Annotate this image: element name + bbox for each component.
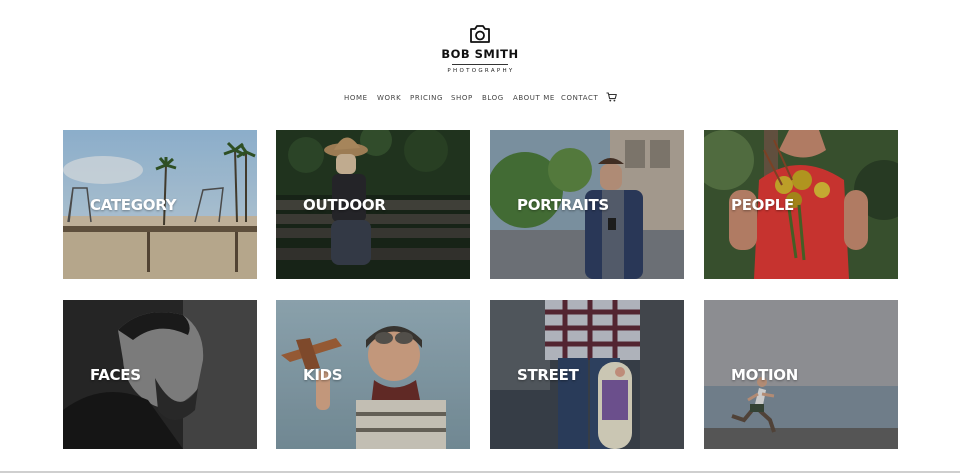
tile-label: STREET bbox=[517, 366, 579, 384]
tile-label: FACES bbox=[90, 366, 141, 384]
tile-label: OUTDOOR bbox=[303, 196, 386, 214]
gallery-grid: CATEGORY OUTDOOR PORTRAITS PEOPLE FACES … bbox=[0, 0, 960, 473]
tile-label: KIDS bbox=[303, 366, 343, 384]
gallery-tile-outdoor[interactable]: OUTDOOR bbox=[276, 130, 470, 279]
gallery-tile-category[interactable]: CATEGORY bbox=[63, 130, 257, 279]
tile-label: MOTION bbox=[731, 366, 798, 384]
tile-label: CATEGORY bbox=[90, 196, 177, 214]
gallery-tile-kids[interactable]: KIDS bbox=[276, 300, 470, 449]
gallery-tile-motion[interactable]: MOTION bbox=[704, 300, 898, 449]
gallery-tile-portraits[interactable]: PORTRAITS bbox=[490, 130, 684, 279]
tile-label: PORTRAITS bbox=[517, 196, 609, 214]
gallery-tile-faces[interactable]: FACES bbox=[63, 300, 257, 449]
gallery-tile-street[interactable]: STREET bbox=[490, 300, 684, 449]
tile-label: PEOPLE bbox=[731, 196, 794, 214]
gallery-tile-people[interactable]: PEOPLE bbox=[704, 130, 898, 279]
